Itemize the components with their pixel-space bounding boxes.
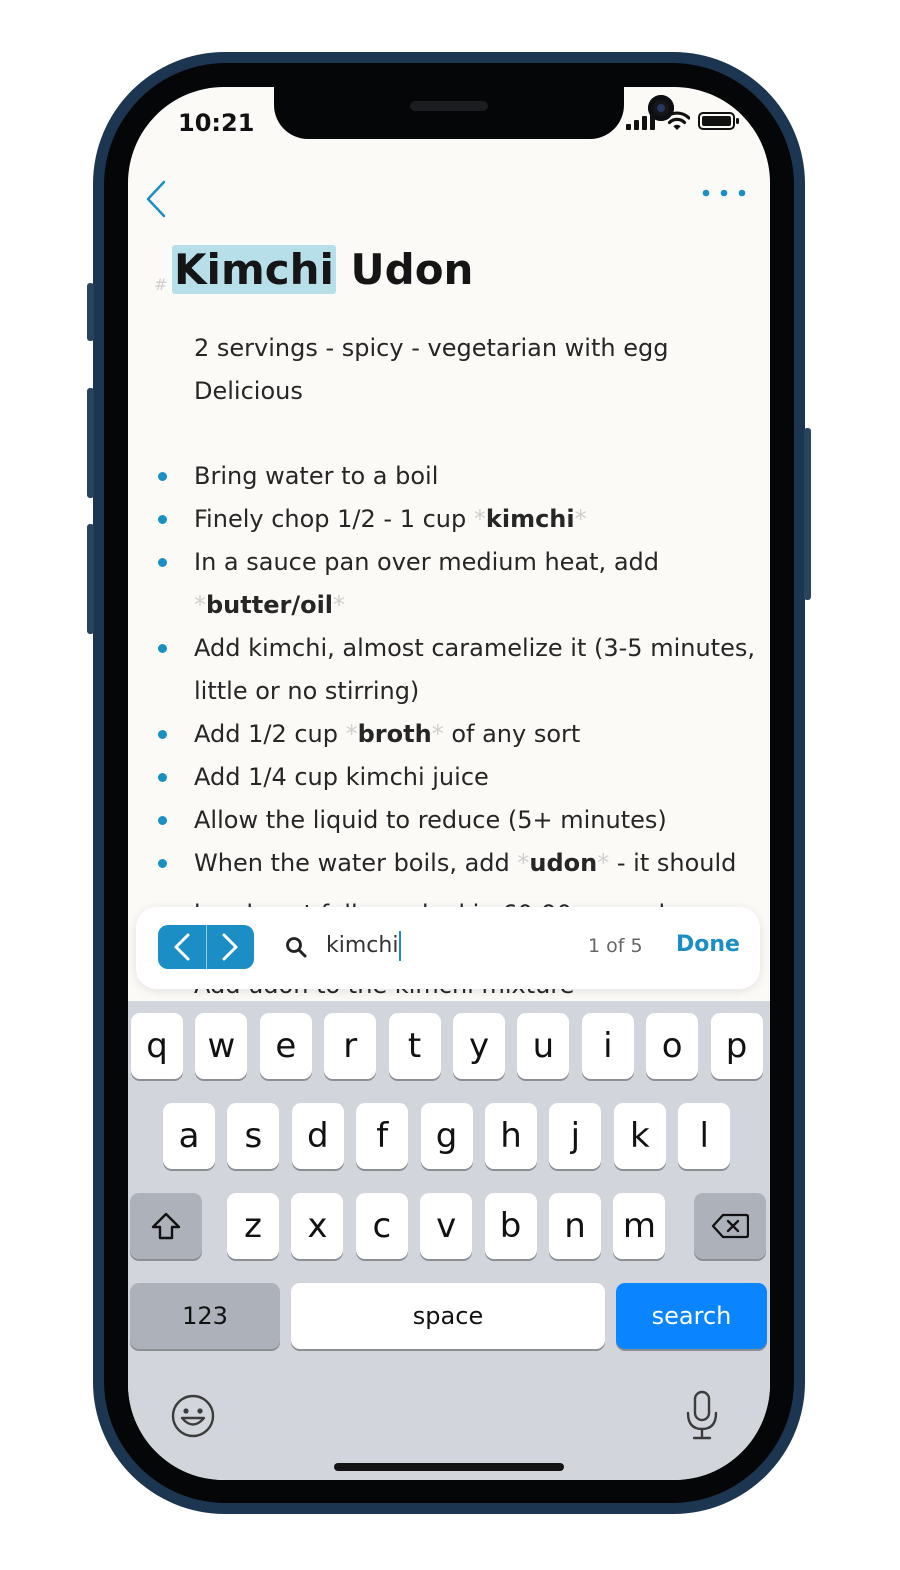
key-f[interactable]: f xyxy=(356,1103,409,1169)
next-match-button[interactable] xyxy=(205,925,255,969)
bold-ingredient: kimchi xyxy=(485,505,575,533)
match-navigation xyxy=(158,925,254,969)
key-a[interactable]: a xyxy=(163,1103,215,1169)
search-icon xyxy=(286,937,307,958)
shift-icon xyxy=(151,1212,181,1240)
key-z[interactable]: z xyxy=(227,1193,279,1259)
key-n[interactable]: n xyxy=(549,1193,601,1259)
chevron-left-icon xyxy=(146,180,166,218)
key-b[interactable]: b xyxy=(484,1193,537,1259)
numbers-key[interactable]: 123 xyxy=(130,1283,280,1349)
text-caret xyxy=(399,931,402,961)
key-s[interactable]: s xyxy=(227,1103,280,1169)
list-item[interactable]: Add 1/4 cup kimchi juice xyxy=(128,756,770,799)
heading-marker: # xyxy=(154,275,168,294)
front-camera xyxy=(648,95,674,121)
subtitle-line: 2 servings - spicy - vegetarian with egg xyxy=(194,334,669,362)
list-item[interactable]: When the water boils, add *udon* - it sh… xyxy=(128,842,770,885)
volume-up-button xyxy=(87,388,94,498)
key-w[interactable]: w xyxy=(195,1013,248,1079)
bold-ingredient: broth xyxy=(357,720,432,748)
key-l[interactable]: l xyxy=(678,1103,731,1169)
emoji-icon xyxy=(171,1394,215,1438)
match-count: 1 of 5 xyxy=(588,935,643,957)
keyboard: 123 space search qwertyuiop asdfghjkl zxcv… xyxy=(128,1001,770,1480)
key-g[interactable]: g xyxy=(420,1103,473,1169)
bold-ingredient: udon xyxy=(529,849,598,877)
find-search-input[interactable]: kimchi xyxy=(326,931,526,961)
key-q[interactable]: q xyxy=(131,1013,183,1079)
key-m[interactable]: m xyxy=(613,1193,666,1259)
markdown-asterisk: * xyxy=(194,591,206,619)
delete-key[interactable] xyxy=(694,1193,766,1259)
home-indicator xyxy=(334,1463,564,1471)
markdown-asterisk: * xyxy=(574,505,587,533)
space-key[interactable]: space xyxy=(291,1283,605,1349)
chevron-left-icon xyxy=(174,933,190,961)
list-item-continuation[interactable]: *butter/oil* xyxy=(128,584,770,627)
search-match-highlight: Kimchi xyxy=(172,245,336,294)
battery-icon xyxy=(698,112,739,130)
backspace-icon xyxy=(711,1213,749,1239)
markdown-asterisk: * xyxy=(473,505,486,533)
key-h[interactable]: h xyxy=(485,1103,537,1169)
note-subtitle[interactable]: 2 servings - spicy - vegetarian with egg… xyxy=(194,327,668,413)
key-e[interactable]: e xyxy=(259,1013,312,1079)
list-item[interactable]: Finely chop 1/2 - 1 cup *kimchi* xyxy=(128,498,770,541)
key-u[interactable]: u xyxy=(517,1013,570,1079)
markdown-asterisk: * xyxy=(517,849,530,877)
status-icons xyxy=(626,111,740,131)
emoji-button[interactable] xyxy=(170,1393,216,1439)
action-button xyxy=(87,283,94,341)
key-i[interactable]: i xyxy=(581,1013,634,1079)
earpiece-speaker xyxy=(410,101,488,111)
list-item[interactable]: In a sauce pan over medium heat, add xyxy=(128,541,770,584)
partial-text-line: be almost fully cooked in 60-90 seconds xyxy=(194,893,678,907)
previous-match-button[interactable] xyxy=(158,925,206,969)
status-time: 10:21 xyxy=(178,109,255,137)
shift-key[interactable] xyxy=(130,1193,202,1259)
volume-down-button xyxy=(87,524,94,634)
ellipsis-icon xyxy=(702,189,746,197)
partial-text-line: Add udon to the kimchi mixture xyxy=(194,989,574,1001)
subtitle-line: Delicious xyxy=(194,377,303,405)
key-x[interactable]: x xyxy=(291,1193,344,1259)
markdown-asterisk: * xyxy=(345,720,358,748)
key-t[interactable]: t xyxy=(388,1013,441,1079)
recipe-steps-list[interactable]: Bring water to a boil Finely chop 1/2 - 1… xyxy=(128,455,770,885)
key-p[interactable]: p xyxy=(710,1013,763,1079)
key-k[interactable]: k xyxy=(613,1103,666,1169)
key-o[interactable]: o xyxy=(646,1013,699,1079)
markdown-asterisk: * xyxy=(333,591,346,619)
key-v[interactable]: v xyxy=(420,1193,473,1259)
microphone-icon xyxy=(686,1390,718,1440)
chevron-right-icon xyxy=(222,933,238,961)
note-title[interactable]: # Kimchi Udon xyxy=(154,245,474,294)
list-item[interactable]: Add kimchi, almost caramelize it (3-5 mi… xyxy=(128,627,770,670)
back-button[interactable] xyxy=(138,179,174,219)
list-item[interactable]: Allow the liquid to reduce (5+ minutes) xyxy=(128,799,770,842)
find-search-field[interactable]: kimchi 1 of 5 Done xyxy=(268,919,748,975)
dictation-button[interactable] xyxy=(684,1389,720,1441)
key-y[interactable]: y xyxy=(453,1013,505,1079)
power-button xyxy=(804,428,811,600)
notch xyxy=(274,87,674,139)
list-item[interactable]: Add 1/2 cup *broth* of any sort xyxy=(128,713,770,756)
key-r[interactable]: r xyxy=(324,1013,377,1079)
done-button[interactable]: Done xyxy=(676,932,740,957)
key-j[interactable]: j xyxy=(549,1103,602,1169)
screen: 10:21 # Kimchi Udon 2 servings - spicy -… xyxy=(128,87,770,1480)
list-item-continuation[interactable]: little or no stirring) xyxy=(128,670,770,713)
find-bar: kimchi 1 of 5 Done xyxy=(136,907,760,989)
markdown-asterisk: * xyxy=(431,720,444,748)
bold-ingredient: butter/oil xyxy=(206,591,334,619)
more-options-button[interactable] xyxy=(702,183,746,203)
search-key[interactable]: search xyxy=(616,1283,767,1349)
key-c[interactable]: c xyxy=(355,1193,408,1259)
title-rest: Udon xyxy=(335,245,474,294)
markdown-asterisk: * xyxy=(597,849,610,877)
list-item[interactable]: Bring water to a boil xyxy=(128,455,770,498)
key-d[interactable]: d xyxy=(291,1103,344,1169)
